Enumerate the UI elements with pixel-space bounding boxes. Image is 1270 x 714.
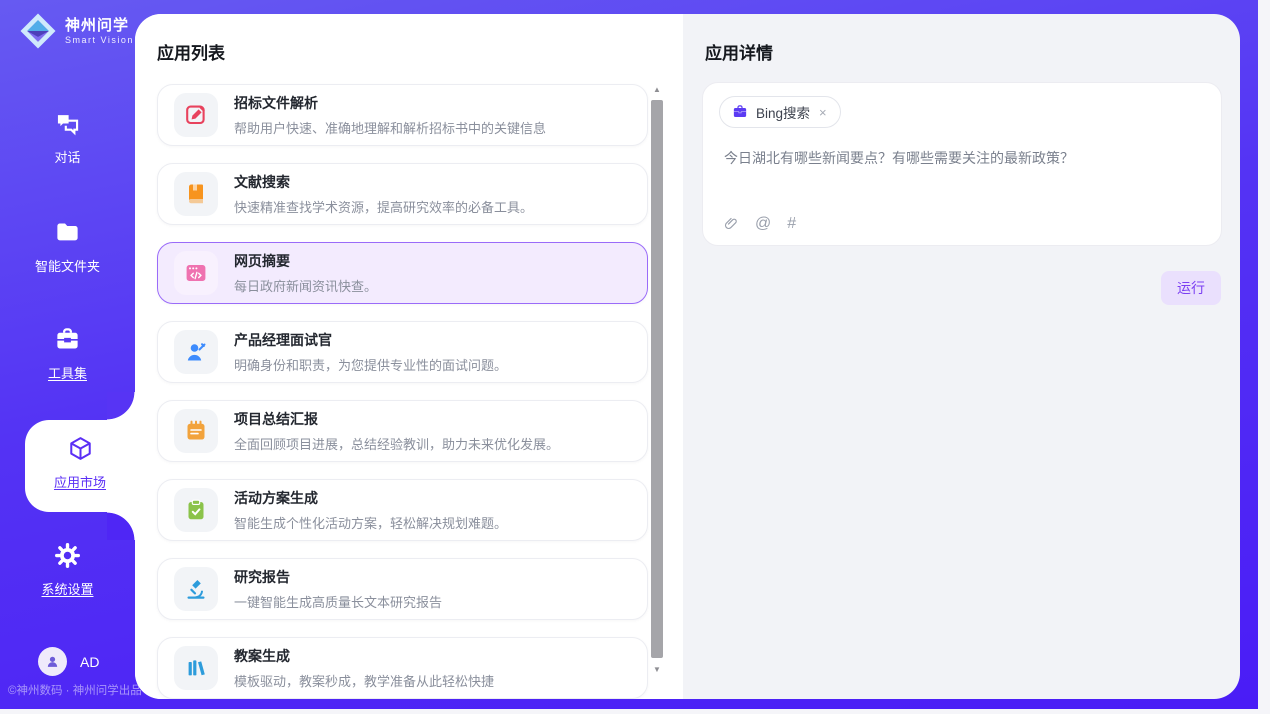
- app-card-desc: 智能生成个性化活动方案，轻松解决规划难题。: [234, 513, 507, 532]
- sidebar-item[interactable]: 系统设置: [0, 542, 135, 598]
- sidebar-item-label: 应用市场: [25, 472, 135, 491]
- app-card-desc: 每日政府新闻资讯快查。: [234, 276, 377, 295]
- app-card[interactable]: 研究报告 一键智能生成高质量长文本研究报告: [157, 558, 648, 620]
- sidebar-item[interactable]: 应用市场: [25, 420, 135, 512]
- app-list-title: 应用列表: [157, 39, 225, 64]
- app-screen: 神州问学 Smart Vision 对话 智能文件夹 工具集 应用市场 系统设置: [0, 0, 1270, 714]
- app-icon-box: [174, 251, 218, 295]
- app-card-desc: 明确身份和职责，为您提供专业性的面试问题。: [234, 355, 507, 374]
- folder-icon: [54, 233, 81, 250]
- hash-tag-icon[interactable]: #: [787, 215, 796, 232]
- person-icon: [45, 654, 60, 669]
- brand-name: 神州问学: [65, 17, 134, 34]
- book-icon: [184, 182, 208, 206]
- sidebar-item-label: 智能文件夹: [0, 256, 135, 275]
- edit-doc-icon: [184, 103, 208, 127]
- app-card[interactable]: 文献搜索 快速精准查找学术资源，提高研究效率的必备工具。: [157, 163, 648, 225]
- app-card-title: 项目总结汇报: [234, 409, 559, 429]
- scroll-up-button[interactable]: ▲: [650, 84, 664, 96]
- scroll-down-button[interactable]: ▼: [650, 664, 664, 676]
- app-card-desc: 帮助用户快速、准确地理解和解析招标书中的关键信息: [234, 118, 546, 137]
- prompt-input[interactable]: 今日湖北有哪些新闻要点？有哪些需要关注的最新政策？: [724, 148, 1201, 169]
- sidebar-item[interactable]: 智能文件夹: [0, 219, 135, 275]
- web-code-icon: [184, 261, 208, 285]
- app-card-desc: 全面回顾项目进展，总结经验教训，助力未来优化发展。: [234, 434, 559, 453]
- gem-logo-icon: [18, 11, 58, 51]
- tool-chip-label: Bing搜索: [756, 102, 810, 122]
- copyright-text: ©神州数码 · 神州问学出品: [8, 682, 142, 698]
- app-card-title: 文献搜索: [234, 172, 533, 192]
- app-card[interactable]: 产品经理面试官 明确身份和职责，为您提供专业性的面试问题。: [157, 321, 648, 383]
- toolbox-icon: [54, 340, 81, 357]
- scrollbar[interactable]: ▲ ▼: [650, 84, 664, 676]
- app-icon-box: [174, 172, 218, 216]
- interviewer-icon: [184, 340, 208, 364]
- scrollbar-thumb[interactable]: [651, 100, 663, 658]
- at-mention-icon[interactable]: @: [755, 215, 771, 232]
- chat-icon: [54, 124, 81, 141]
- run-button[interactable]: 运行: [1161, 271, 1221, 305]
- app-card[interactable]: 网页摘要 每日政府新闻资讯快查。: [157, 242, 648, 304]
- calendar-icon: [184, 419, 208, 443]
- clipboard-check-icon: [184, 498, 208, 522]
- app-card[interactable]: 教案生成 模板驱动，教案秒成，教学准备从此轻松快捷: [157, 637, 648, 699]
- sidebar-item[interactable]: 工具集: [0, 326, 135, 382]
- app-icon-box: [174, 330, 218, 374]
- app-card[interactable]: 项目总结汇报 全面回顾项目进展，总结经验教训，助力未来优化发展。: [157, 400, 648, 462]
- prompt-card: Bing搜索 × 今日湖北有哪些新闻要点？有哪些需要关注的最新政策？ @ #: [702, 82, 1222, 246]
- input-toolbar: @ #: [723, 215, 796, 232]
- app-card-desc: 快速精准查找学术资源，提高研究效率的必备工具。: [234, 197, 533, 216]
- app-detail-panel: 应用详情 Bing搜索 × 今日湖北有哪些新闻要点？有哪些需要关注的最新政策？: [683, 14, 1240, 699]
- brand-tagline: Smart Vision: [65, 35, 134, 45]
- cube-icon: [67, 449, 94, 466]
- paperclip-icon[interactable]: [723, 215, 739, 232]
- app-card-title: 招标文件解析: [234, 93, 546, 113]
- briefcase-icon: [732, 104, 748, 120]
- chip-close-icon[interactable]: ×: [818, 105, 828, 120]
- app-card-desc: 一键智能生成高质量长文本研究报告: [234, 592, 442, 611]
- gear-icon: [54, 556, 81, 573]
- user-name: AD: [80, 654, 99, 670]
- sidebar-item-label: 对话: [0, 147, 135, 166]
- app-icon-box: [174, 646, 218, 690]
- app-icon-box: [174, 409, 218, 453]
- sidebar-item-label: 系统设置: [0, 579, 135, 598]
- sidebar-item[interactable]: 对话: [0, 110, 135, 166]
- microscope-icon: [184, 577, 208, 601]
- app-card-desc: 模板驱动，教案秒成，教学准备从此轻松快捷: [234, 671, 494, 690]
- app-card-title: 活动方案生成: [234, 488, 507, 508]
- app-icon-box: [174, 93, 218, 137]
- app-card-title: 教案生成: [234, 646, 494, 666]
- app-card-title: 网页摘要: [234, 251, 377, 271]
- app-card-title: 产品经理面试官: [234, 330, 507, 350]
- app-list-panel: 应用列表 招标文件解析 帮助用户快速、准确地理解和解析招标书中的关键信息 文献搜…: [135, 14, 683, 699]
- books-icon: [184, 656, 208, 680]
- app-card[interactable]: 招标文件解析 帮助用户快速、准确地理解和解析招标书中的关键信息: [157, 84, 648, 146]
- app-detail-title: 应用详情: [705, 39, 773, 64]
- app-icon-box: [174, 488, 218, 532]
- app-card[interactable]: 活动方案生成 智能生成个性化活动方案，轻松解决规划难题。: [157, 479, 648, 541]
- sidebar: 神州问学 Smart Vision 对话 智能文件夹 工具集 应用市场 系统设置: [0, 0, 135, 709]
- brand-logo: 神州问学 Smart Vision: [18, 11, 134, 51]
- main-window: 应用列表 招标文件解析 帮助用户快速、准确地理解和解析招标书中的关键信息 文献搜…: [135, 14, 1240, 699]
- app-icon-box: [174, 567, 218, 611]
- user-row[interactable]: AD: [38, 647, 99, 676]
- tool-chip-bing-search[interactable]: Bing搜索 ×: [719, 96, 841, 128]
- app-card-title: 研究报告: [234, 567, 442, 587]
- sidebar-item-label: 工具集: [0, 363, 135, 382]
- avatar[interactable]: [38, 647, 67, 676]
- app-card-list: 招标文件解析 帮助用户快速、准确地理解和解析招标书中的关键信息 文献搜索 快速精…: [157, 84, 648, 699]
